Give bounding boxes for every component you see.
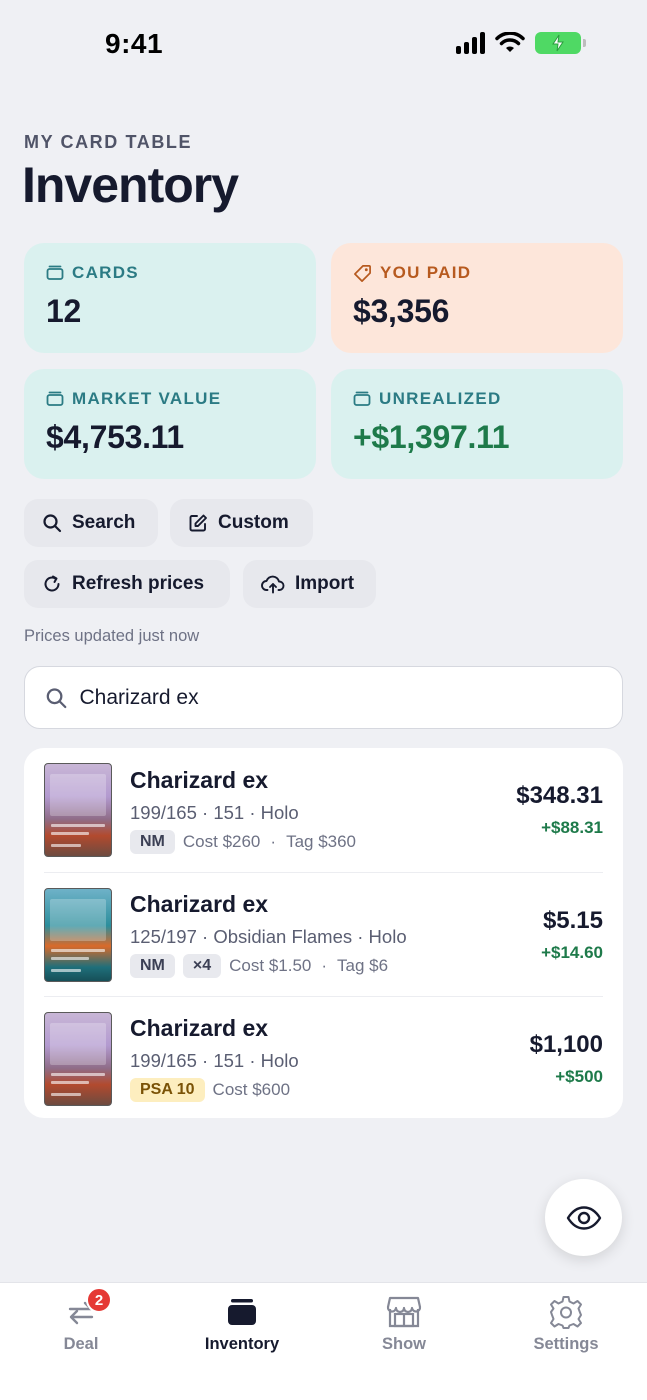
search-button-label: Search <box>72 512 136 533</box>
refresh-icon <box>44 575 60 592</box>
search-icon <box>46 687 67 708</box>
card-price-change: +$500 <box>555 1066 603 1086</box>
status-bar: 9:41 <box>0 0 647 90</box>
stat-value: 12 <box>46 293 81 329</box>
card-cost: Cost $1.50 <box>229 956 312 975</box>
grade-chip: PSA 10 <box>130 1078 205 1102</box>
condition-chip: NM <box>130 829 175 854</box>
card-thumbnail <box>44 763 112 857</box>
battery-icon <box>535 32 586 54</box>
status-icons <box>456 32 586 54</box>
card-market-price: $5.15 <box>542 906 603 934</box>
card-tag-price: Tag $360 <box>286 831 357 851</box>
card-tag-price: Tag $6 <box>337 956 389 975</box>
deal-badge: 2 <box>86 1287 112 1313</box>
tab-bar: 2 Deal Inventory Show Settings <box>0 1282 647 1400</box>
stat-card-market-value: MARKET VALUE $4,753.11 <box>24 369 316 479</box>
stat-value: $4,753.11 <box>46 419 184 455</box>
stat-label: UNREALIZED <box>379 389 502 408</box>
tab-settings[interactable]: Settings <box>486 1283 646 1363</box>
condition-chip: NM <box>130 954 175 978</box>
tab-deal[interactable]: 2 Deal <box>1 1283 161 1363</box>
card-cost: Cost $600 <box>212 1080 291 1099</box>
cloud-upload-icon <box>261 575 285 594</box>
custom-button[interactable]: Custom <box>170 499 313 547</box>
storefront-icon <box>386 1296 422 1328</box>
list-item[interactable]: Charizard ex 125/197 · Obsidian Flames ·… <box>44 872 603 996</box>
stat-label: CARDS <box>72 263 139 282</box>
stat-card-unrealized: UNREALIZED +$1,397.11 <box>331 369 623 479</box>
card-stack-icon <box>46 391 64 406</box>
card-market-price: $1,100 <box>529 1030 603 1058</box>
search-input[interactable] <box>79 685 602 710</box>
eye-icon <box>566 1205 601 1230</box>
card-thumbnail <box>44 887 112 982</box>
stat-card-cards: CARDS 12 <box>24 243 316 353</box>
refresh-prices-button[interactable]: Refresh prices <box>24 560 230 608</box>
search-button[interactable]: Search <box>24 499 158 547</box>
stat-value: $3,356 <box>353 293 450 329</box>
search-field[interactable] <box>24 666 623 729</box>
card-stack-icon <box>46 265 64 280</box>
signal-icon <box>456 32 485 54</box>
card-market-price: $348.31 <box>516 782 603 809</box>
list-item[interactable]: Charizard ex 199/165 · 151 · Holo NM Cos… <box>44 748 603 872</box>
wifi-icon <box>495 32 525 52</box>
toggle-visibility-button[interactable] <box>545 1179 622 1256</box>
card-stack-icon <box>353 391 371 406</box>
quantity-chip: ×4 <box>182 954 222 978</box>
page-eyebrow: MY CARD TABLE <box>24 132 193 152</box>
custom-button-label: Custom <box>218 512 289 533</box>
import-button[interactable]: Import <box>243 560 376 608</box>
stat-label: YOU PAID <box>380 263 472 282</box>
meta-separator: · <box>321 956 328 975</box>
tab-label: Show <box>382 1335 426 1353</box>
tab-show[interactable]: Show <box>324 1283 484 1363</box>
stat-label: MARKET VALUE <box>72 389 222 408</box>
tab-label: Settings <box>533 1335 599 1353</box>
search-icon <box>43 514 62 533</box>
gear-icon <box>550 1296 582 1329</box>
card-thumbnail <box>44 1011 112 1106</box>
card-name: Charizard ex <box>130 891 269 917</box>
tag-icon <box>354 264 371 282</box>
list-item[interactable]: Charizard ex 199/165 · 151 · Holo PSA 10… <box>44 996 603 1120</box>
card-stack-icon <box>228 1299 256 1325</box>
stat-card-paid: YOU PAID $3,356 <box>331 243 623 353</box>
card-set: 125/197 · Obsidian Flames · Holo <box>130 926 407 947</box>
card-price-change: +$88.31 <box>541 818 603 837</box>
card-price-change: +$14.60 <box>541 942 603 962</box>
edit-icon <box>189 514 207 532</box>
page-title: Inventory <box>22 157 239 213</box>
status-time: 9:41 <box>105 28 164 59</box>
import-button-label: Import <box>295 573 355 594</box>
refresh-prices-label: Refresh prices <box>72 573 205 594</box>
stat-value: +$1,397.11 <box>353 419 510 455</box>
card-cost: Cost $260 <box>182 831 261 851</box>
meta-separator: · <box>270 831 277 851</box>
tab-inventory[interactable]: Inventory <box>162 1283 322 1363</box>
prices-updated-text: Prices updated just now <box>24 627 200 645</box>
tab-label: Deal <box>63 1335 99 1353</box>
tab-label: Inventory <box>204 1335 280 1353</box>
card-list: Charizard ex 199/165 · 151 · Holo NM Cos… <box>24 748 623 1118</box>
